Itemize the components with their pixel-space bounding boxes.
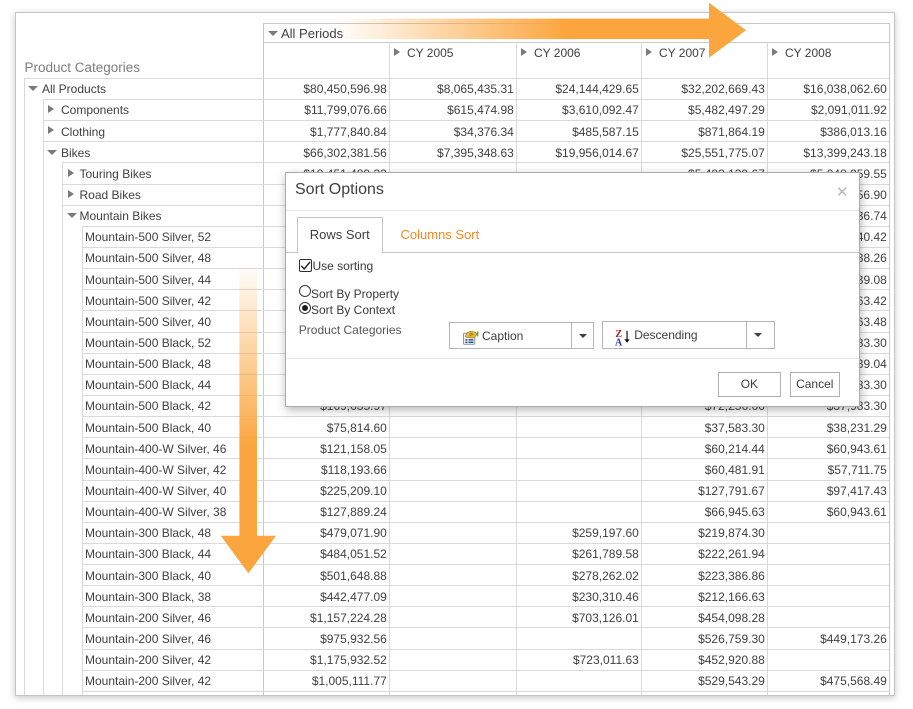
svg-text:A: A [615, 337, 623, 346]
